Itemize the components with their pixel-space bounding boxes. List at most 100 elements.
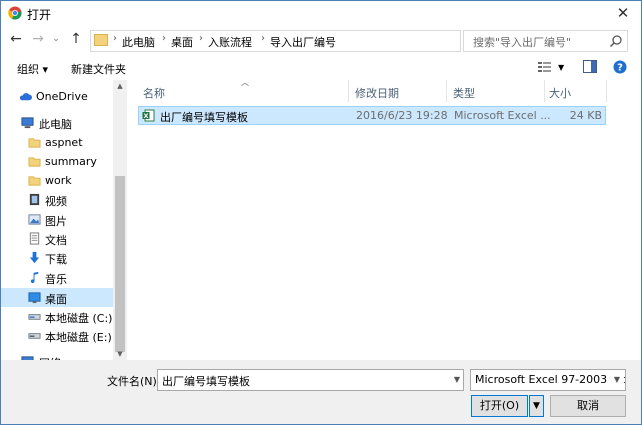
sidebar-item-documents[interactable]: 文档 xyxy=(1,229,113,248)
file-size: 24 KB xyxy=(569,109,602,122)
chrome-icon xyxy=(8,6,22,20)
sidebar-item-summary[interactable]: summary xyxy=(1,152,113,171)
desktop-icon xyxy=(28,292,41,304)
filename-input[interactable]: 出厂编号填写模板 xyxy=(162,373,250,389)
file-name: 出厂编号填写模板 xyxy=(160,111,248,124)
sidebar-item-label: work xyxy=(45,174,72,187)
breadcrumb-separator: › xyxy=(113,33,117,44)
dialog-footer: 文件名(N): 出厂编号填写模板 ▼ Microsoft Excel 97-20… xyxy=(1,360,641,424)
open-options-dropdown[interactable]: ▼ xyxy=(529,395,544,417)
folder-icon xyxy=(28,176,41,186)
file-row[interactable]: X 出厂编号填写模板 2016/6/23 19:28 Microsoft Exc… xyxy=(138,106,606,125)
sidebar-item-label: 视频 xyxy=(45,195,67,208)
search-input[interactable]: 搜索"导入出厂编号" xyxy=(473,34,571,50)
close-button[interactable]: ✕ xyxy=(611,2,635,24)
music-icon xyxy=(30,271,39,284)
sidebar-item-onedrive[interactable]: OneDrive xyxy=(1,87,113,106)
command-bar: 组织 ▾ 新建文件夹 ▼ ? xyxy=(1,55,641,80)
close-icon: ✕ xyxy=(616,4,630,22)
back-arrow-icon: ← xyxy=(10,31,22,47)
address-bar[interactable]: › 此电脑 › 桌面 › 入账流程 › 导入出厂编号 ⌄ ↻ xyxy=(90,30,553,52)
new-folder-button[interactable]: 新建文件夹 xyxy=(71,61,126,77)
sidebar-item-videos[interactable]: 视频 xyxy=(1,190,113,209)
file-list: ︿ 名称 修改日期 类型 大小 X 出厂编号填写模板 2016/6/23 19:… xyxy=(133,78,641,360)
column-divider[interactable] xyxy=(348,80,349,102)
svg-text:?: ? xyxy=(617,63,623,74)
sidebar-item-label: OneDrive xyxy=(36,90,88,103)
breadcrumb-this-pc[interactable]: 此电脑 xyxy=(122,34,155,50)
column-header-type[interactable]: 类型 xyxy=(453,85,475,101)
cancel-button-label: 取消 xyxy=(577,399,599,412)
breadcrumb-posting-flow[interactable]: 入账流程 xyxy=(208,34,252,50)
sidebar-item-label: 文档 xyxy=(45,234,67,247)
sidebar-item-this-pc[interactable]: 此电脑 xyxy=(1,113,113,132)
column-divider[interactable] xyxy=(606,80,607,102)
sidebar-item-network[interactable]: 网络 xyxy=(1,352,113,360)
navigation-bar: ← → ⌄ ↑ › 此电脑 › 桌面 › 入账流程 › 导入出厂编号 ⌄ ↻ 搜… xyxy=(1,26,641,55)
drive-icon xyxy=(28,314,41,320)
folder-icon xyxy=(94,34,108,46)
filename-field[interactable]: 出厂编号填写模板 ▼ xyxy=(157,369,464,391)
filename-label: 文件名(N): xyxy=(107,375,161,388)
help-icon[interactable]: ? xyxy=(613,60,627,74)
folder-icon xyxy=(28,157,41,167)
open-button[interactable]: 打开(O) xyxy=(471,395,528,417)
sidebar-item-music[interactable]: 音乐 xyxy=(1,268,113,287)
open-button-label: 打开(O) xyxy=(479,399,520,412)
scroll-down-icon[interactable]: ▼ xyxy=(113,348,127,360)
svg-text:X: X xyxy=(143,112,148,120)
preview-pane-icon[interactable] xyxy=(583,60,597,73)
sidebar-item-label: aspnet xyxy=(45,136,83,149)
filetype-select[interactable]: Microsoft Excel 97-2003 Wo ▼ xyxy=(470,369,626,391)
view-options-icon[interactable] xyxy=(537,60,553,74)
sidebar-item-drive-c[interactable]: 本地磁盘 (C:) xyxy=(1,307,113,326)
drive-icon xyxy=(28,333,41,339)
breadcrumb-import-folder[interactable]: 导入出厂编号 xyxy=(270,34,336,50)
up-button[interactable]: ↑ xyxy=(67,30,85,48)
video-icon xyxy=(29,193,40,206)
chevron-down-icon[interactable]: ▼ xyxy=(454,375,460,384)
recent-locations-button[interactable]: ⌄ xyxy=(47,30,65,48)
sidebar-item-label: 此电脑 xyxy=(39,118,72,131)
cloud-icon xyxy=(19,93,32,101)
sidebar-scrollbar[interactable]: ▲ ▼ xyxy=(113,80,127,360)
computer-icon xyxy=(21,117,34,129)
search-box[interactable]: 搜索"导入出厂编号" xyxy=(463,30,628,52)
breadcrumb-desktop[interactable]: 桌面 xyxy=(171,34,193,50)
folder-icon xyxy=(28,138,41,148)
sidebar-item-label: 本地磁盘 (E:) xyxy=(45,331,112,344)
up-arrow-icon: ↑ xyxy=(70,31,82,47)
sidebar-item-label: 下载 xyxy=(45,253,67,266)
sidebar-item-downloads[interactable]: 下载 xyxy=(1,248,113,267)
picture-icon xyxy=(28,214,41,225)
window-title: 打开 xyxy=(27,8,52,22)
file-type: Microsoft Excel ... xyxy=(454,109,551,122)
chevron-down-icon[interactable]: ▼ xyxy=(610,370,624,390)
document-icon xyxy=(29,232,40,245)
column-divider[interactable] xyxy=(446,80,447,102)
download-icon xyxy=(29,251,40,264)
chevron-down-icon: ⌄ xyxy=(52,34,60,44)
sidebar-item-work[interactable]: work xyxy=(1,171,113,190)
column-header-name[interactable]: 名称 xyxy=(143,85,165,101)
sidebar-item-desktop[interactable]: 桌面 xyxy=(1,288,113,307)
view-dropdown-icon[interactable]: ▼ xyxy=(558,63,564,72)
column-divider[interactable] xyxy=(544,80,545,102)
sidebar-item-pictures[interactable]: 图片 xyxy=(1,210,113,229)
forward-arrow-icon: → xyxy=(32,31,44,47)
search-icon xyxy=(609,35,622,48)
organize-menu[interactable]: 组织 ▾ xyxy=(17,61,48,77)
sidebar-item-aspnet[interactable]: aspnet xyxy=(1,133,113,152)
sidebar-item-drive-e[interactable]: 本地磁盘 (E:) xyxy=(1,326,113,345)
sidebar-item-label: 音乐 xyxy=(45,273,67,286)
cancel-button[interactable]: 取消 xyxy=(550,395,626,417)
forward-button[interactable]: → xyxy=(29,30,47,48)
back-button[interactable]: ← xyxy=(7,30,25,48)
column-header-size[interactable]: 大小 xyxy=(549,85,571,101)
scrollbar-thumb[interactable] xyxy=(115,176,125,352)
sidebar-item-label: summary xyxy=(45,155,97,168)
column-header-modified[interactable]: 修改日期 xyxy=(355,85,399,101)
navigation-pane: OneDrive 此电脑 aspnet summary work 视频 图片 文… xyxy=(1,80,127,360)
scroll-up-icon[interactable]: ▲ xyxy=(113,80,127,92)
breadcrumb-separator: › xyxy=(162,33,166,44)
